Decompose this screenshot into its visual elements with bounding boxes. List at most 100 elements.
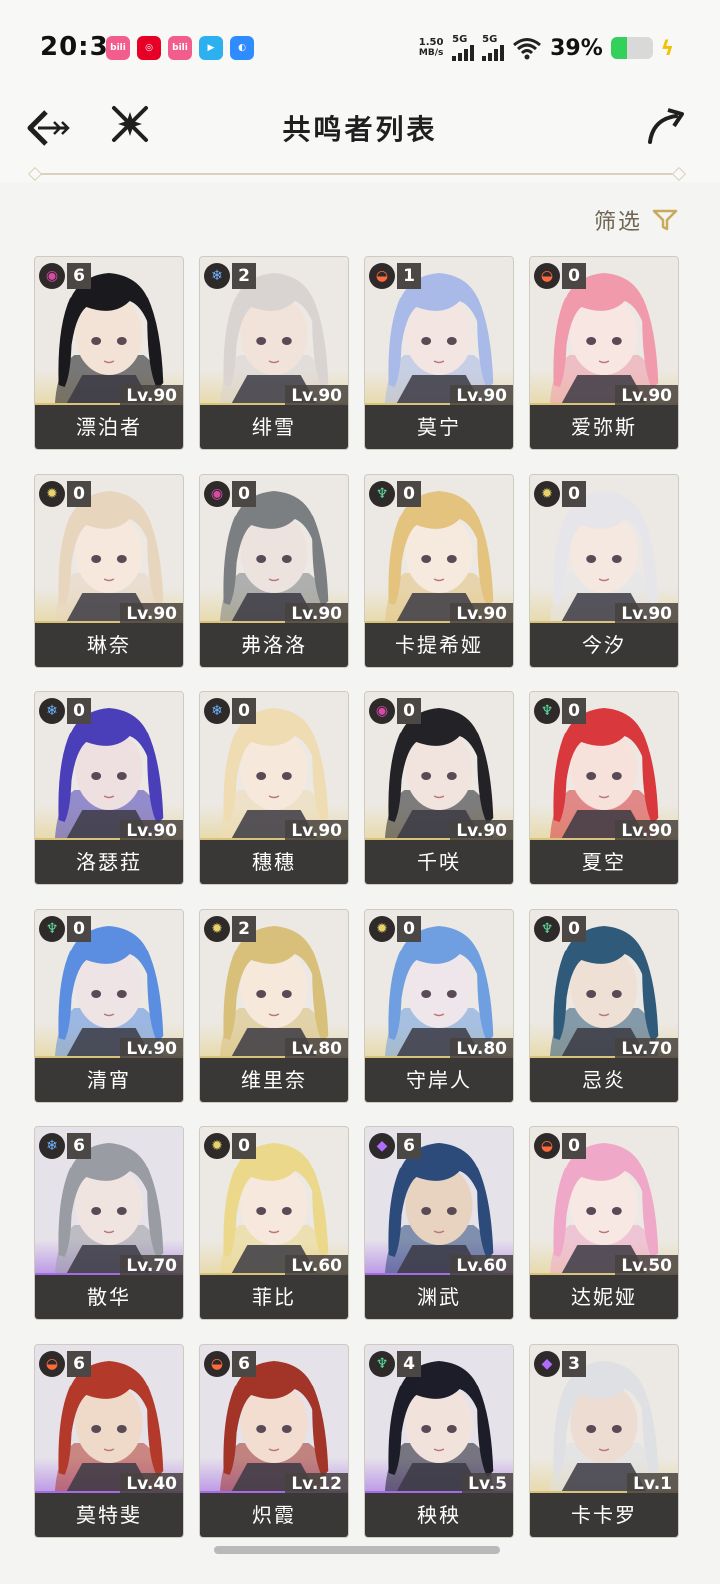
spectro-element-icon: ✹	[39, 480, 65, 507]
character-card[interactable]: ♆ 0 Lv.90 清宵	[34, 908, 184, 1103]
character-card[interactable]: ♆ 0 Lv.70 忌炎	[529, 908, 679, 1103]
character-card[interactable]: ◉ 6 Lv.90 漂泊者	[34, 256, 184, 450]
glacio-element-icon: ❄	[39, 698, 65, 724]
constellation-badge: 0	[562, 263, 586, 289]
net-speed-unit: MB/s	[418, 48, 444, 58]
level-badge: Lv.70	[120, 1255, 183, 1277]
aero-element-icon: ♆	[369, 480, 395, 507]
character-card[interactable]: ◉ 0 Lv.90 千咲	[364, 691, 514, 885]
character-card[interactable]: ❄ 0 Lv.90 洛瑟菈	[34, 691, 184, 885]
character-card[interactable]: ❄ 0 Lv.90 穗穗	[199, 691, 349, 885]
level-badge: Lv.60	[285, 1255, 348, 1277]
constellation-badge: 0	[397, 915, 421, 942]
wifi-icon	[513, 38, 542, 60]
play-icon: ▶	[199, 36, 223, 60]
share-icon[interactable]	[646, 106, 686, 146]
character-name: 千咲	[365, 840, 513, 884]
character-name: 弗洛洛	[200, 622, 348, 667]
level-badge: Lv.90	[615, 602, 678, 625]
character-card[interactable]: ✹ 0 Lv.80 守岸人	[364, 908, 514, 1103]
fusion-element-icon: ◒	[534, 263, 560, 289]
character-name: 炽霞	[200, 1492, 348, 1537]
battery-percent: 39%	[550, 35, 603, 61]
character-name: 今汐	[530, 622, 678, 667]
level-badge: Lv.90	[285, 820, 348, 842]
character-card[interactable]: ♆ 4 Lv.5 秧秧	[364, 1343, 514, 1538]
home-indicator[interactable]	[214, 1546, 500, 1554]
spectro-element-icon: ✹	[534, 480, 560, 507]
character-name: 卡提希娅	[365, 622, 513, 667]
fusion-element-icon: ◒	[204, 1350, 230, 1377]
constellation-badge: 4	[397, 1350, 421, 1377]
level-badge: Lv.70	[615, 1037, 678, 1060]
constellation-badge: 6	[67, 1133, 91, 1159]
level-badge: Lv.90	[285, 602, 348, 625]
header: 共鸣者列表	[0, 96, 720, 182]
character-card[interactable]: ◒ 1 Lv.90 莫宁	[364, 256, 514, 450]
fusion-element-icon: ◒	[369, 263, 395, 289]
constellation-badge: 6	[397, 1133, 421, 1159]
character-name: 洛瑟菈	[35, 840, 183, 884]
spectro-element-icon: ✹	[204, 1133, 230, 1159]
level-badge: Lv.50	[615, 1255, 678, 1277]
havoc-element-icon: ◉	[39, 263, 65, 289]
character-name: 守岸人	[365, 1057, 513, 1102]
character-name: 散华	[35, 1275, 183, 1319]
level-badge: Lv.90	[450, 385, 513, 407]
spectro-element-icon: ✹	[369, 915, 395, 942]
character-card[interactable]: ❄ 2 Lv.90 绯雪	[199, 256, 349, 450]
page-title: 共鸣者列表	[282, 113, 438, 146]
level-badge: Lv.80	[450, 1037, 513, 1060]
character-card[interactable]: ◒ 0 Lv.90 爱弥斯	[529, 256, 679, 450]
character-card[interactable]: ✹ 0 Lv.90 琳奈	[34, 473, 184, 668]
fusion-element-icon: ◒	[534, 1133, 560, 1159]
electro-element-icon: ◆	[369, 1133, 395, 1159]
character-name: 渊武	[365, 1275, 513, 1319]
character-name: 穗穗	[200, 840, 348, 884]
net-speed-value: 1.50	[418, 37, 444, 48]
character-card[interactable]: ◆ 6 Lv.60 渊武	[364, 1126, 514, 1320]
constellation-badge: 6	[232, 1350, 256, 1377]
constellation-badge: 0	[232, 480, 256, 507]
charging-icon: ϟ	[660, 36, 674, 60]
fusion-element-icon: ◒	[39, 1350, 65, 1377]
constellation-badge: 0	[562, 698, 586, 724]
character-card[interactable]: ◉ 0 Lv.90 弗洛洛	[199, 473, 349, 668]
character-name: 绯雪	[200, 405, 348, 449]
character-card[interactable]: ♆ 0 Lv.90 夏空	[529, 691, 679, 885]
constellation-badge: 2	[232, 915, 256, 942]
character-card[interactable]: ✹ 0 Lv.90 今汐	[529, 473, 679, 668]
character-name: 琳奈	[35, 622, 183, 667]
header-divider	[36, 173, 678, 175]
status-bar: 20:31 bili ◎ bili ▶ ◐ 1.50 MB/s 5G 5G 39% ϟ	[0, 0, 720, 96]
level-badge: Lv.40	[120, 1472, 183, 1495]
aero-element-icon: ♆	[39, 915, 65, 942]
bilibili-icon: bili	[168, 36, 192, 60]
filter-button[interactable]: 筛选	[594, 204, 678, 236]
character-card[interactable]: ◒ 6 Lv.12 炽霞	[199, 1343, 349, 1538]
level-badge: Lv.60	[450, 1255, 513, 1277]
character-card[interactable]: ✹ 0 Lv.60 菲比	[199, 1126, 349, 1320]
character-card[interactable]: ✹ 2 Lv.80 维里奈	[199, 908, 349, 1103]
character-card[interactable]: ◒ 6 Lv.40 莫特斐	[34, 1343, 184, 1538]
level-badge: Lv.90	[450, 602, 513, 625]
character-name: 莫特斐	[35, 1492, 183, 1537]
constellation-badge: 0	[562, 915, 586, 942]
character-card[interactable]: ◒ 0 Lv.50 达妮娅	[529, 1126, 679, 1320]
character-card[interactable]: ◆ 3 Lv.1 卡卡罗	[529, 1343, 679, 1538]
character-name: 卡卡罗	[530, 1492, 678, 1537]
constellation-badge: 3	[562, 1350, 586, 1377]
aero-element-icon: ♆	[534, 698, 560, 724]
signal-2-icon: 5G	[482, 35, 505, 61]
aero-element-icon: ♆	[369, 1350, 395, 1377]
character-card[interactable]: ♆ 0 Lv.90 卡提希娅	[364, 473, 514, 668]
bilibili-icon: bili	[106, 36, 130, 60]
character-name: 清宵	[35, 1057, 183, 1102]
character-card[interactable]: ❄ 6 Lv.70 散华	[34, 1126, 184, 1320]
character-name: 忌炎	[530, 1057, 678, 1102]
glacio-element-icon: ❄	[39, 1133, 65, 1159]
signal-1-icon: 5G	[452, 35, 475, 61]
constellation-badge: 0	[67, 698, 91, 724]
character-name: 爱弥斯	[530, 405, 678, 449]
character-name: 菲比	[200, 1275, 348, 1319]
